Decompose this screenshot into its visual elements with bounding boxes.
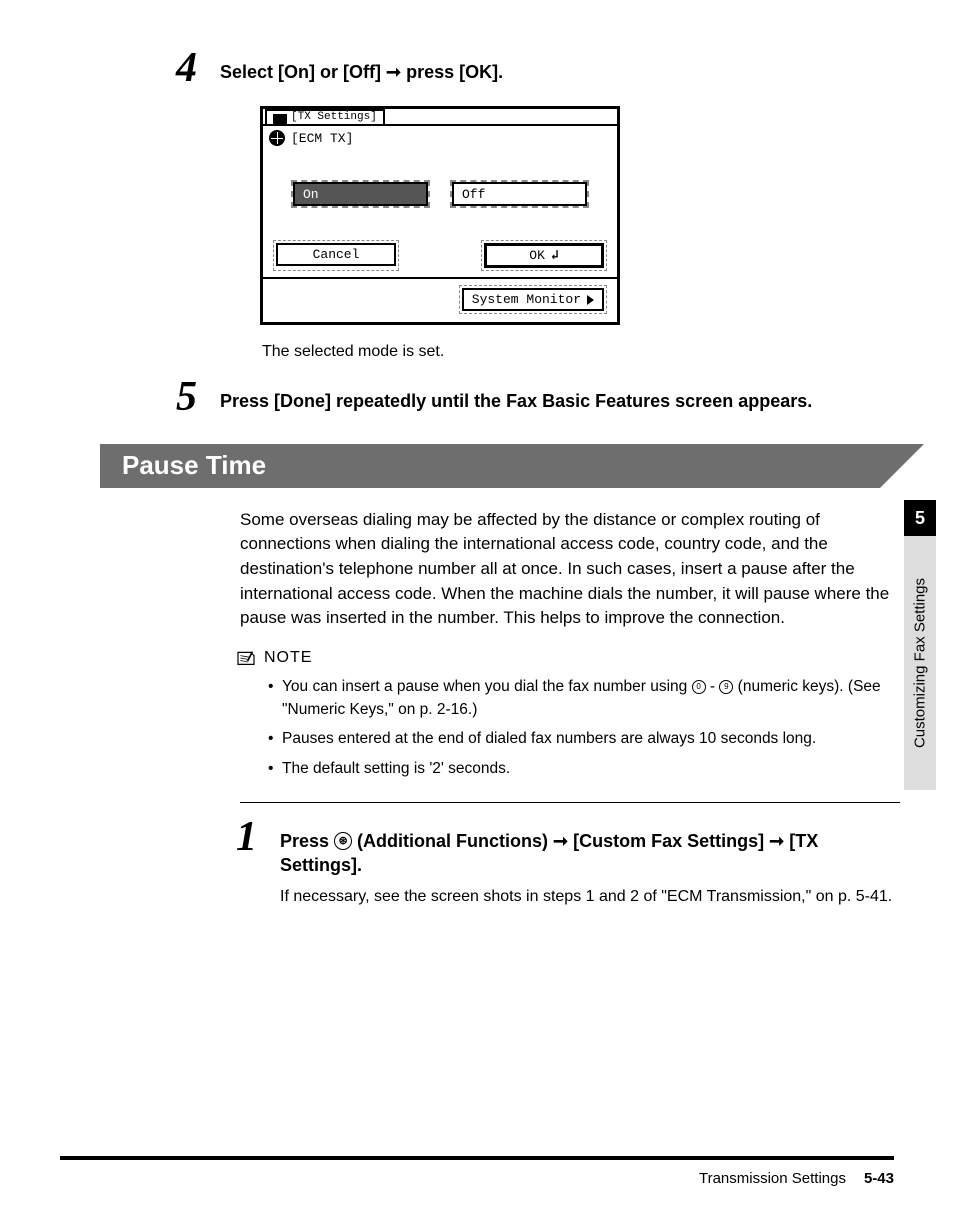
triangle-right-icon: [587, 295, 594, 305]
device-tab-row: [TX Settings]: [263, 109, 617, 126]
device-back-tab[interactable]: [TX Settings]: [265, 109, 385, 124]
separator-rule: [240, 802, 900, 803]
note-bullet-1: You can insert a pause when you dial the…: [268, 675, 900, 722]
step-number: 1: [236, 813, 257, 861]
step-4-text-a: Select [On] or [Off]: [220, 62, 386, 82]
cancel-wrap: Cancel: [273, 240, 399, 271]
section-wrap: Pause Time: [160, 444, 894, 488]
s1-b: (Additional Functions): [352, 831, 553, 851]
chapter-title-tab: Customizing Fax Settings: [904, 536, 936, 790]
page: 5 Customizing Fax Settings 4 Select [On]…: [0, 0, 954, 1227]
ok-label: OK: [529, 248, 545, 263]
additional-functions-icon: ⊛: [334, 832, 352, 850]
globe-icon: [269, 130, 285, 146]
device-options: On Off: [263, 150, 617, 234]
device-title-row: [ECM TX]: [263, 126, 617, 150]
note-label: NOTE: [236, 649, 900, 667]
note-block: NOTE You can insert a pause when you dia…: [240, 649, 900, 780]
option-on[interactable]: On: [291, 180, 430, 208]
page-footer: Transmission Settings 5-43: [60, 1156, 894, 1187]
side-tab: 5 Customizing Fax Settings: [904, 500, 936, 790]
device-action-row: Cancel OK ↲: [263, 234, 617, 277]
numkey-nine-icon: 9: [719, 680, 733, 694]
nb1-dash: -: [706, 678, 720, 695]
step-4-caption: The selected mode is set.: [262, 343, 900, 361]
step-5: 5 Press [Done] repeatedly until the Fax …: [220, 389, 900, 413]
note-bullet-3: The default setting is '2' seconds.: [268, 757, 900, 780]
device-screen: [TX Settings] [ECM TX] On Off: [260, 106, 620, 325]
nb1-a: You can insert a pause when you dial the…: [282, 678, 692, 695]
step-4-heading: Select [On] or [Off] ➞ press [OK].: [220, 60, 900, 84]
intro-paragraph: Some overseas dialing may be affected by…: [240, 508, 900, 631]
system-monitor-button[interactable]: System Monitor: [462, 288, 604, 311]
arrow-icon: ➞: [386, 62, 401, 82]
content-column: 4 Select [On] or [Off] ➞ press [OK]. [TX…: [220, 60, 900, 414]
enter-icon: ↲: [551, 248, 559, 263]
step-number: 4: [176, 44, 197, 92]
arrow-icon: ➞: [553, 831, 568, 851]
sysmon-wrap: System Monitor: [459, 285, 607, 314]
step-4-text-b: press [OK].: [401, 62, 503, 82]
step-1-subtext: If necessary, see the screen shots in st…: [280, 885, 900, 908]
step-1-heading: Press ⊛ (Additional Functions) ➞ [Custom…: [280, 829, 900, 878]
note-bullets: You can insert a pause when you dial the…: [268, 675, 900, 780]
step-5-heading: Press [Done] repeatedly until the Fax Ba…: [220, 389, 900, 413]
step-4: 4 Select [On] or [Off] ➞ press [OK]. [TX…: [220, 60, 900, 361]
arrow-icon: ➞: [769, 831, 784, 851]
option-off-label: Off: [462, 187, 485, 202]
step-1: 1 Press ⊛ (Additional Functions) ➞ [Cust…: [280, 829, 900, 909]
ok-wrap: OK ↲: [481, 240, 607, 271]
step-number: 5: [176, 373, 197, 421]
device-back-tab-label: [TX Settings]: [291, 111, 377, 124]
footer-section: Transmission Settings: [699, 1170, 846, 1187]
system-monitor-label: System Monitor: [472, 292, 581, 307]
s1-a: Press: [280, 831, 334, 851]
option-on-label: On: [303, 187, 319, 202]
footer-page-number: 5-43: [864, 1170, 894, 1187]
note-icon: [236, 650, 256, 666]
chapter-title-text: Customizing Fax Settings: [912, 578, 929, 748]
footer-rule: [60, 1156, 894, 1160]
device-footer: System Monitor: [263, 277, 617, 322]
chapter-number-tab: 5: [904, 500, 936, 536]
section-title: Pause Time: [122, 450, 266, 481]
ok-button[interactable]: OK ↲: [484, 243, 604, 268]
fax-icon: [273, 114, 287, 124]
cancel-label: Cancel: [313, 247, 360, 262]
s1-c: [Custom Fax Settings]: [568, 831, 769, 851]
note-bullet-2: Pauses entered at the end of dialed fax …: [268, 727, 900, 750]
cancel-button[interactable]: Cancel: [276, 243, 396, 266]
device-title: [ECM TX]: [291, 131, 353, 146]
numkey-zero-icon: 0: [692, 680, 706, 694]
section-body: Some overseas dialing may be affected by…: [240, 508, 900, 909]
note-label-text: NOTE: [264, 649, 312, 667]
option-off[interactable]: Off: [450, 180, 589, 208]
section-heading: Pause Time: [100, 444, 880, 488]
footer-row: Transmission Settings 5-43: [60, 1170, 894, 1187]
